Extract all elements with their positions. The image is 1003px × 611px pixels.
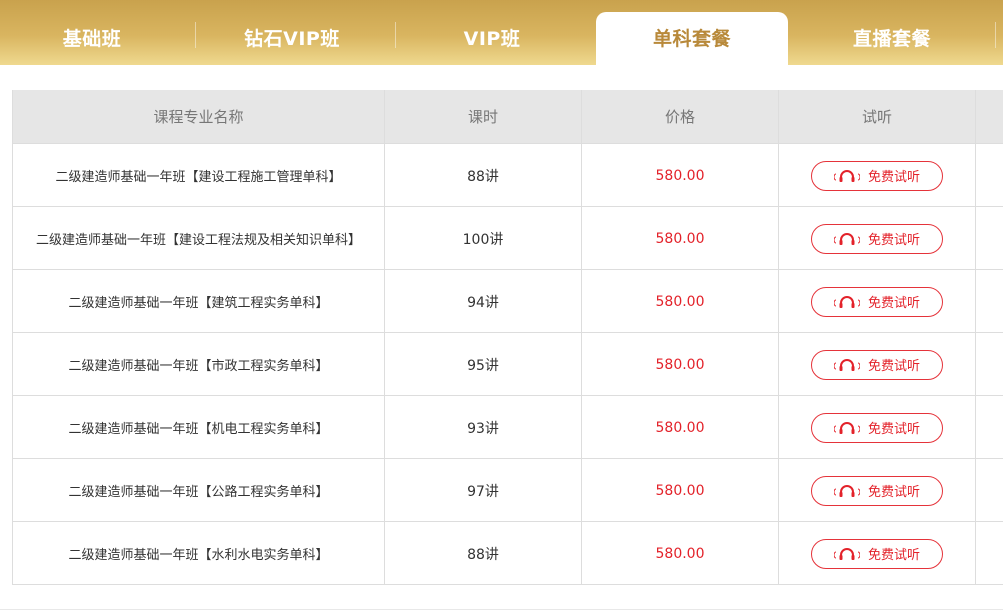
- course-hours: 88讲: [385, 144, 582, 207]
- free-trial-button[interactable]: 免费试听: [811, 223, 943, 254]
- free-trial-button[interactable]: 免费试听: [811, 412, 943, 443]
- course-price: 580.00: [582, 144, 779, 207]
- free-trial-label: 免费试听: [867, 422, 920, 437]
- course-price: 580.00: [582, 333, 779, 396]
- tab-live-package[interactable]: 直播套餐: [796, 0, 988, 65]
- course-price: 580.00: [582, 207, 779, 270]
- trial-cell: 免费试听: [779, 144, 976, 207]
- course-hours: 95讲: [385, 333, 582, 396]
- course-name: 二级建造师基础一年班【市政工程实务单科】: [13, 333, 385, 396]
- table-row: 二级建造师基础一年班【市政工程实务单科】 95讲 580.00 免费试听: [13, 332, 1003, 396]
- extra-cell: [976, 333, 1003, 396]
- free-trial-label: 免费试听: [867, 296, 920, 311]
- table-row: 二级建造师基础一年班【建设工程施工管理单科】 88讲 580.00 免费试听: [13, 143, 1003, 207]
- table-row: 二级建造师基础一年班【建筑工程实务单科】 94讲 580.00 免费试听: [13, 269, 1003, 333]
- free-trial-label: 免费试听: [867, 359, 920, 374]
- course-hours: 94讲: [385, 270, 582, 333]
- course-name: 二级建造师基础一年班【建设工程法规及相关知识单科】: [13, 207, 385, 270]
- free-trial-button[interactable]: 免费试听: [811, 286, 943, 317]
- headphones-icon: [833, 358, 860, 371]
- headphones-icon: [833, 232, 860, 245]
- course-hours: 93讲: [385, 396, 582, 459]
- free-trial-button[interactable]: 免费试听: [811, 160, 943, 191]
- free-trial-label: 免费试听: [867, 170, 920, 185]
- trial-cell: 免费试听: [779, 270, 976, 333]
- table-row: 二级建造师基础一年班【公路工程实务单科】 97讲 580.00 免费试听: [13, 458, 1003, 522]
- header-hours: 课时: [385, 90, 582, 143]
- table-header-row: 课程专业名称 课时 价格 试听: [13, 90, 1003, 143]
- free-trial-button[interactable]: 免费试听: [811, 475, 943, 506]
- header-course-name: 课程专业名称: [13, 90, 385, 143]
- header-extra: [976, 90, 1003, 143]
- table-row: 二级建造师基础一年班【机电工程实务单科】 93讲 580.00 免费试听: [13, 395, 1003, 459]
- course-hours: 97讲: [385, 459, 582, 522]
- tab-vip[interactable]: VIP班: [396, 0, 588, 65]
- extra-cell: [976, 207, 1003, 270]
- course-name: 二级建造师基础一年班【公路工程实务单科】: [13, 459, 385, 522]
- headphones-icon: [833, 169, 860, 182]
- course-name: 二级建造师基础一年班【水利水电实务单科】: [13, 522, 385, 584]
- course-price: 580.00: [582, 459, 779, 522]
- extra-cell: [976, 522, 1003, 584]
- course-name: 二级建造师基础一年班【机电工程实务单科】: [13, 396, 385, 459]
- extra-cell: [976, 396, 1003, 459]
- free-trial-button[interactable]: 免费试听: [811, 538, 943, 569]
- headphones-icon: [833, 547, 860, 560]
- free-trial-label: 免费试听: [867, 548, 920, 563]
- trial-cell: 免费试听: [779, 207, 976, 270]
- headphones-icon: [833, 484, 860, 497]
- tab-single-subject-package[interactable]: 单科套餐: [596, 12, 788, 65]
- header-trial: 试听: [779, 90, 976, 143]
- bottom-divider: [0, 609, 1003, 610]
- course-hours: 100讲: [385, 207, 582, 270]
- trial-cell: 免费试听: [779, 522, 976, 584]
- course-tab-bar: 基础班 钻石VIP班 VIP班 单科套餐 直播套餐: [0, 0, 1003, 65]
- free-trial-label: 免费试听: [867, 485, 920, 500]
- course-price: 580.00: [582, 270, 779, 333]
- tab-basic[interactable]: 基础班: [0, 0, 184, 65]
- course-name: 二级建造师基础一年班【建设工程施工管理单科】: [13, 144, 385, 207]
- trial-cell: 免费试听: [779, 333, 976, 396]
- headphones-icon: [833, 421, 860, 434]
- header-price: 价格: [582, 90, 779, 143]
- table-row: 二级建造师基础一年班【建设工程法规及相关知识单科】 100讲 580.00 免费…: [13, 206, 1003, 270]
- trial-cell: 免费试听: [779, 459, 976, 522]
- tab-divider: [995, 22, 996, 48]
- free-trial-button[interactable]: 免费试听: [811, 349, 943, 380]
- course-name: 二级建造师基础一年班【建筑工程实务单科】: [13, 270, 385, 333]
- free-trial-label: 免费试听: [867, 233, 920, 248]
- extra-cell: [976, 459, 1003, 522]
- headphones-icon: [833, 295, 860, 308]
- extra-cell: [976, 270, 1003, 333]
- course-hours: 88讲: [385, 522, 582, 584]
- course-price: 580.00: [582, 396, 779, 459]
- extra-cell: [976, 144, 1003, 207]
- trial-cell: 免费试听: [779, 396, 976, 459]
- course-table: 课程专业名称 课时 价格 试听 二级建造师基础一年班【建设工程施工管理单科】 8…: [12, 90, 1003, 585]
- table-row: 二级建造师基础一年班【水利水电实务单科】 88讲 580.00 免费试听: [13, 521, 1003, 584]
- tab-diamond-vip[interactable]: 钻石VIP班: [196, 0, 388, 65]
- course-price: 580.00: [582, 522, 779, 584]
